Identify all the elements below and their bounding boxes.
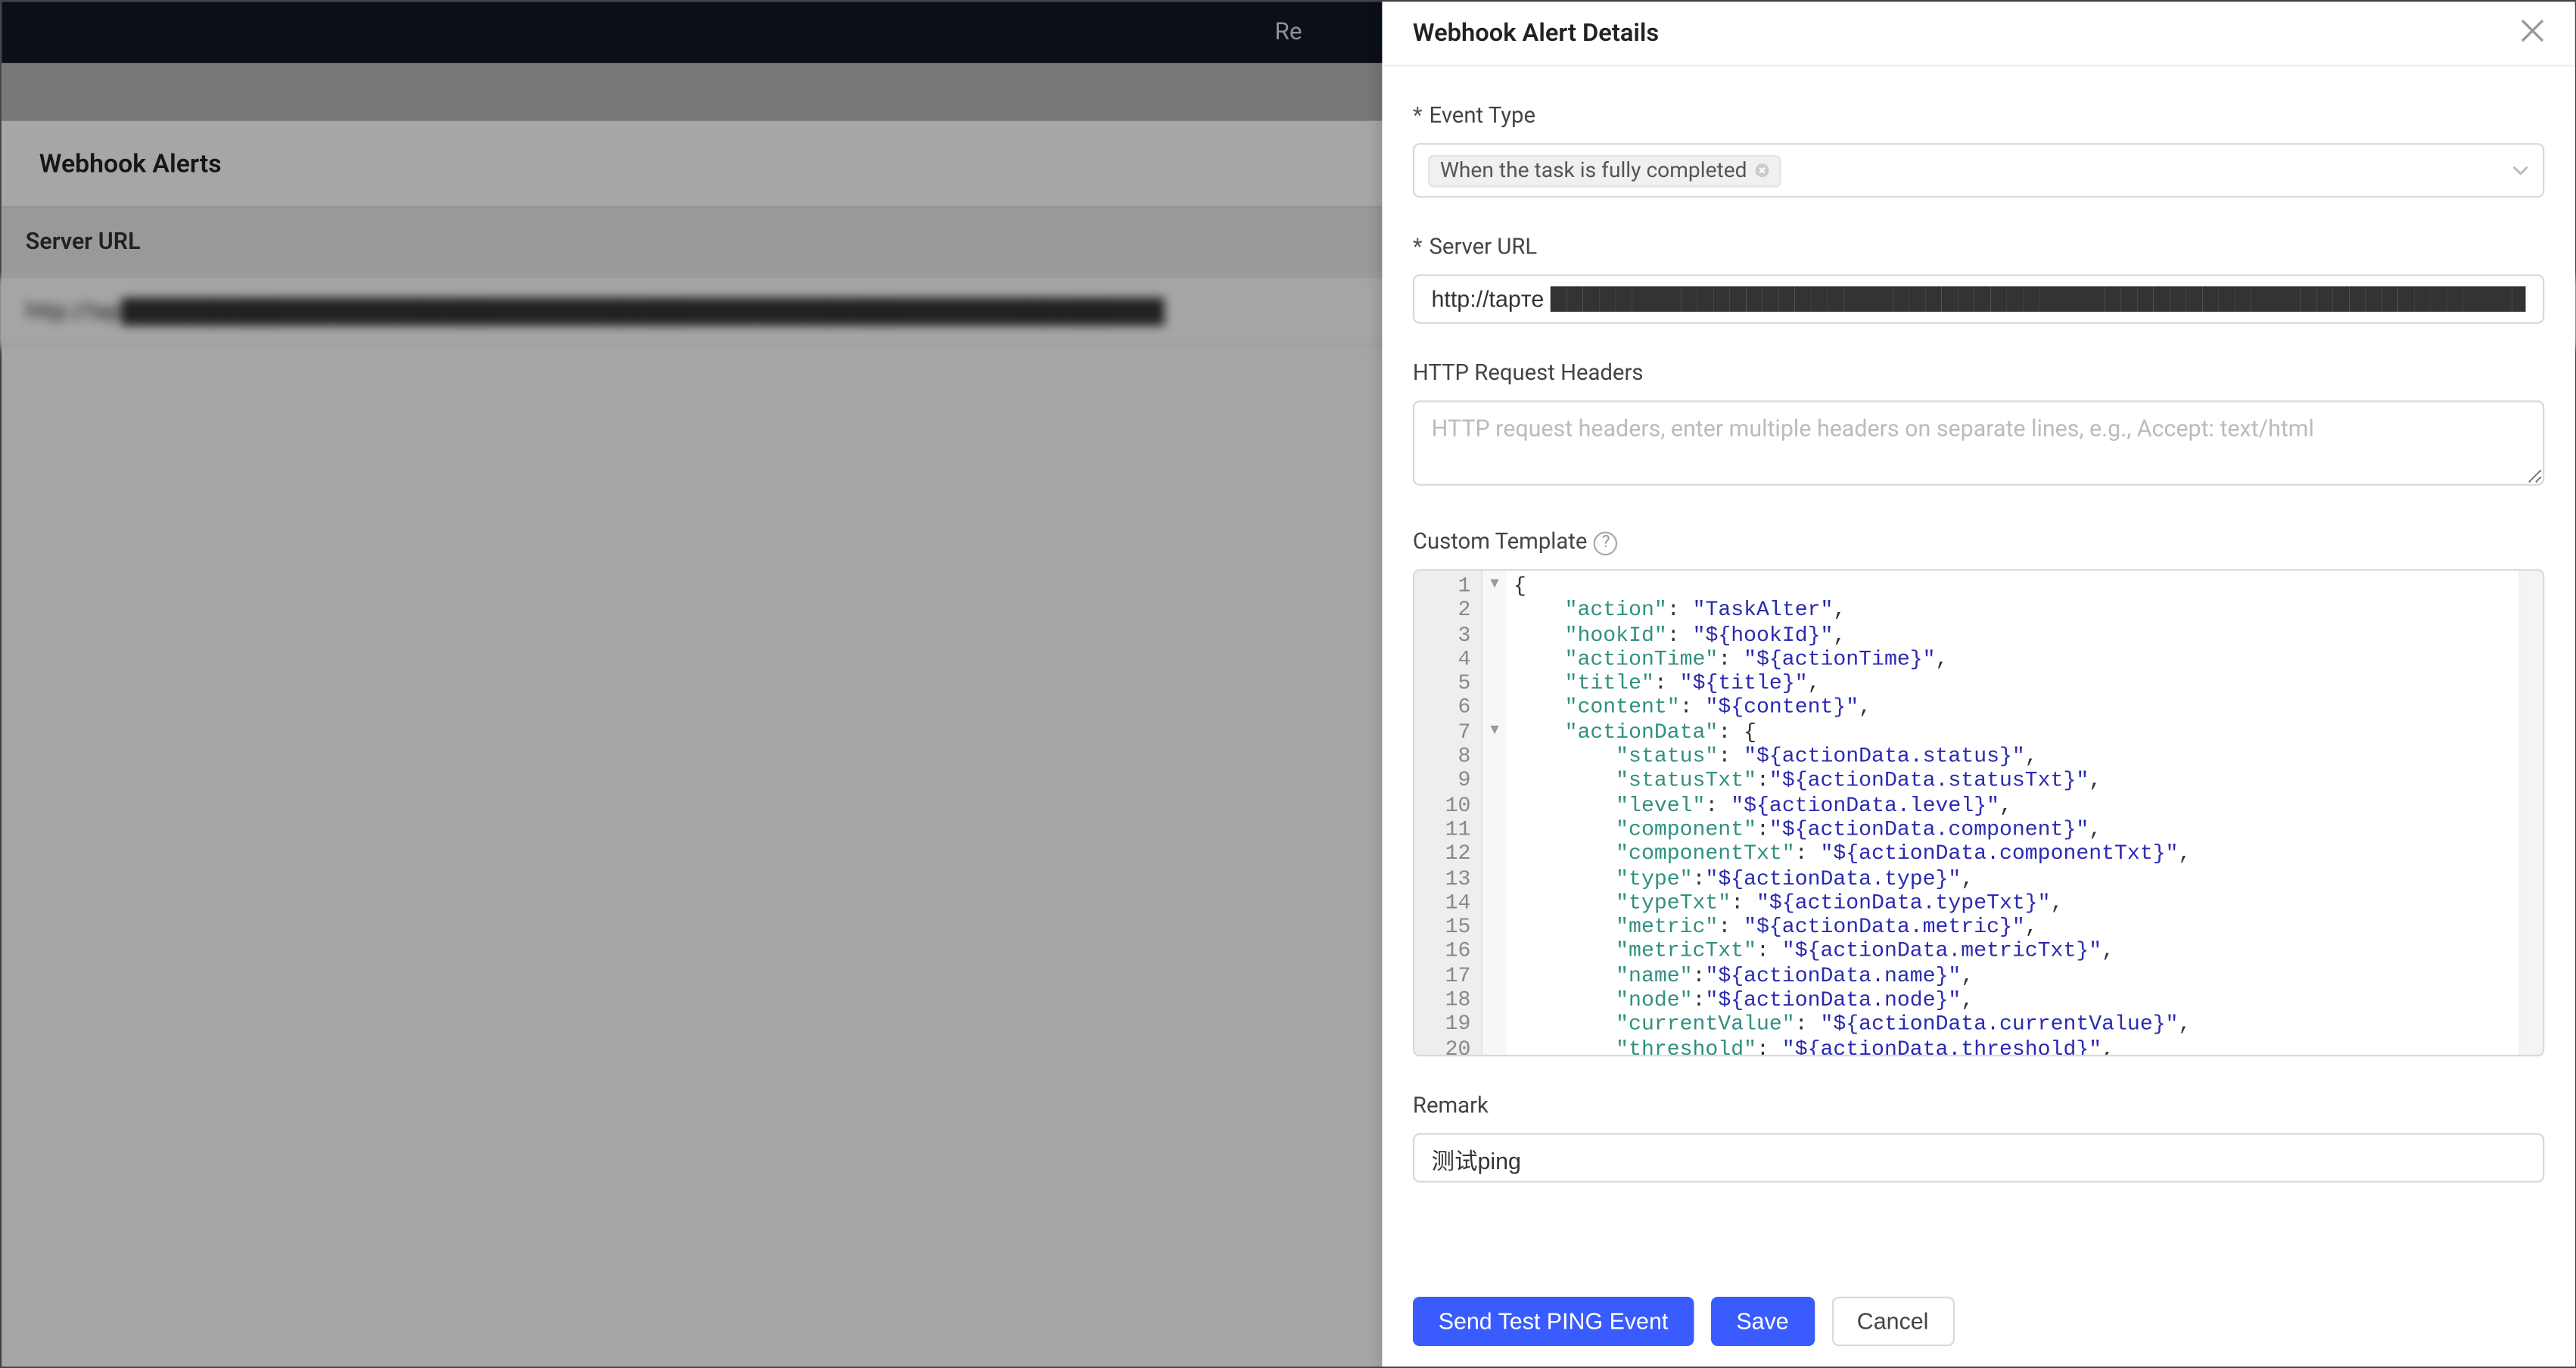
custom-template-label: Custom Template: [1413, 530, 1588, 555]
field-event-type: * Event Type When the task is fully comp…: [1413, 104, 2544, 197]
send-test-ping-button[interactable]: Send Test PING Event: [1413, 1296, 1694, 1346]
event-type-chip-label: When the task is fully completed: [1440, 157, 1747, 183]
field-custom-template: Custom Template ? 1234567891011121314151…: [1413, 530, 2544, 1056]
chip-remove-icon[interactable]: [1756, 160, 1769, 182]
cancel-button[interactable]: Cancel: [1831, 1296, 1954, 1346]
help-icon[interactable]: ?: [1594, 530, 1618, 555]
chevron-down-icon: [2512, 161, 2529, 180]
field-server-url: * Server URL: [1413, 235, 2544, 324]
required-star: *: [1413, 104, 1423, 129]
http-headers-input[interactable]: [1413, 400, 2544, 486]
http-headers-label: HTTP Request Headers: [1413, 361, 1644, 387]
drawer-body: * Event Type When the task is fully comp…: [1382, 67, 2574, 1279]
close-icon[interactable]: [2521, 19, 2545, 48]
event-type-select[interactable]: When the task is fully completed: [1413, 143, 2544, 197]
drawer-title: Webhook Alert Details: [1413, 19, 1659, 48]
save-button[interactable]: Save: [1711, 1296, 1815, 1346]
server-url-label: Server URL: [1430, 235, 1538, 261]
drawer-footer: Send Test PING Event Save Cancel: [1382, 1279, 2574, 1366]
event-type-label: Event Type: [1430, 104, 1536, 129]
drawer-header: Webhook Alert Details: [1382, 2, 2574, 67]
field-remark: Remark: [1413, 1094, 2544, 1183]
custom-template-editor[interactable]: 1234567891011121314151617181920 ▾ ▾ { "a…: [1413, 569, 2544, 1056]
code-area[interactable]: { "action": "TaskAlter", "hookId": "${ho…: [1507, 571, 2519, 1055]
remark-label: Remark: [1413, 1094, 1489, 1120]
editor-scrollbar[interactable]: [2518, 571, 2543, 1055]
code-fold-gutter: ▾ ▾: [1482, 571, 1507, 1055]
field-http-headers: HTTP Request Headers: [1413, 361, 2544, 492]
code-gutter: 1234567891011121314151617181920: [1414, 571, 1482, 1055]
required-star: *: [1413, 235, 1423, 261]
event-type-chip: When the task is fully completed: [1428, 154, 1781, 187]
webhook-details-drawer: Webhook Alert Details * Event Type When …: [1382, 2, 2574, 1366]
server-url-input[interactable]: [1413, 275, 2544, 324]
remark-input[interactable]: [1413, 1133, 2544, 1183]
